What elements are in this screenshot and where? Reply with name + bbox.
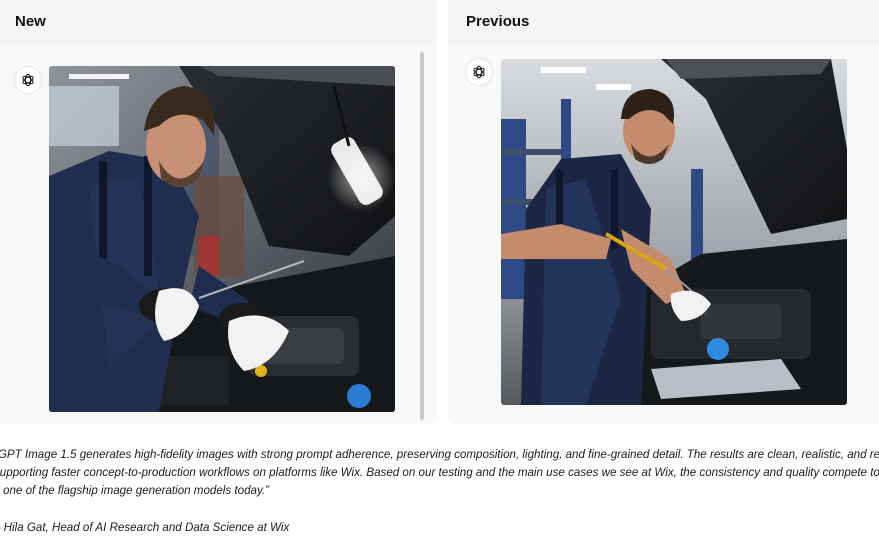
previous-mechanic-image <box>501 59 847 405</box>
new-panel: New <box>0 0 437 424</box>
quote-line-1: “GPT Image 1.5 generates high-fidelity i… <box>0 448 879 461</box>
openai-logo-icon <box>465 58 493 86</box>
testimonial-quote: “GPT Image 1.5 generates high-fidelity i… <box>0 446 879 500</box>
quote-attribution: – Hila Gat, Head of AI Research and Data… <box>0 521 290 534</box>
new-panel-header: New <box>0 0 437 44</box>
new-mechanic-image <box>49 66 395 412</box>
quote-line-2: supporting faster concept-to-production … <box>0 466 879 479</box>
previous-panel-header: Previous <box>448 0 879 44</box>
previous-panel-title: Previous <box>466 13 530 30</box>
previous-panel: Previous <box>448 0 879 424</box>
openai-logo-icon <box>14 66 42 94</box>
quote-line-3: it one of the flagship image generation … <box>0 484 269 497</box>
new-panel-title: New <box>15 13 46 30</box>
new-panel-scrollbar[interactable] <box>420 52 424 420</box>
